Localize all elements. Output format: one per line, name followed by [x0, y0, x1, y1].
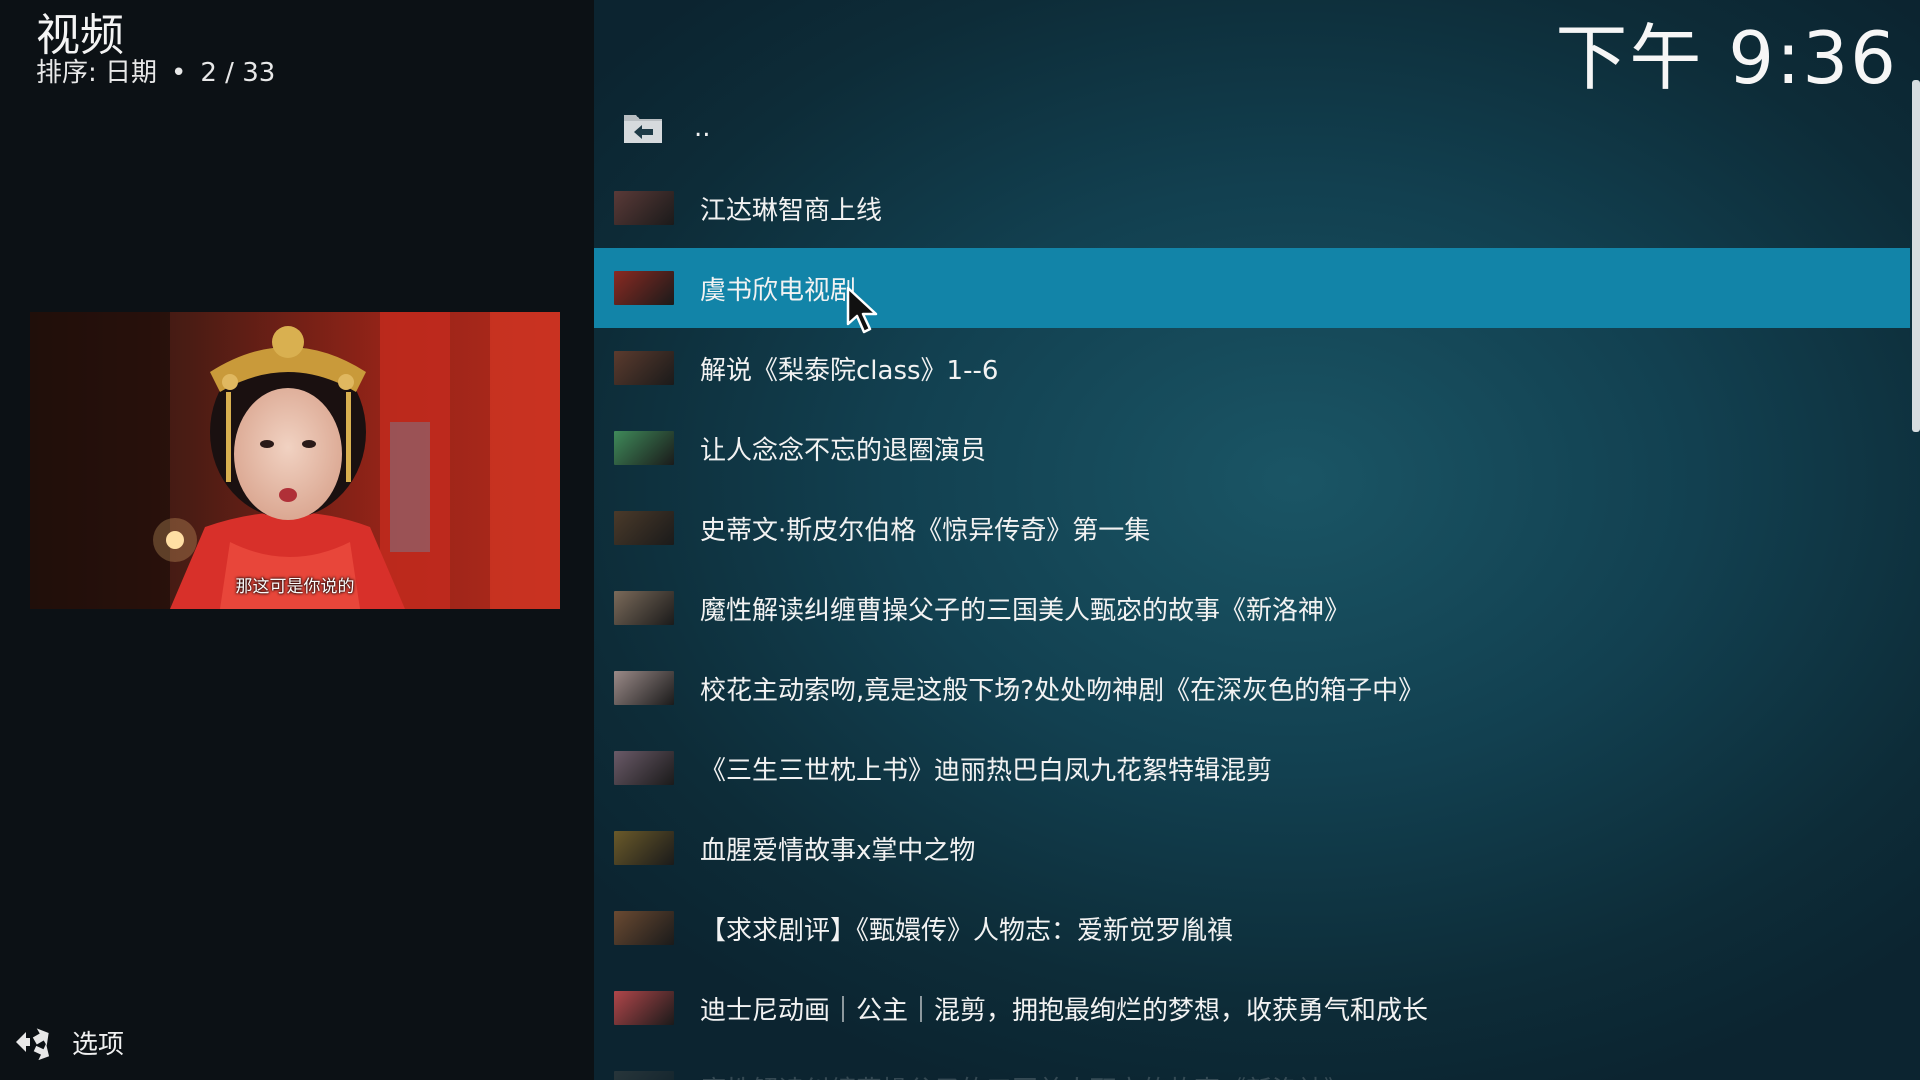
video-thumbnail: [614, 751, 674, 785]
list-item-label: 魔性解读纠缠曹操父子的三国美人甄宓的故事《新洛神》: [700, 1070, 1350, 1080]
list-item-label: 魔性解读纠缠曹操父子的三国美人甄宓的故事《新洛神》: [700, 595, 1351, 626]
list-item-label: 血腥爱情故事x掌中之物: [700, 835, 976, 866]
list-item-label: 解说《梨泰院class》1--6: [700, 355, 999, 386]
sort-label: 排序: 日期: [36, 58, 158, 88]
video-thumbnail: [614, 1071, 674, 1080]
kodi-video-library: 视频 排序: 日期 • 2 / 33 那这可是你说的 选项 下午 9:36 ..…: [0, 0, 1920, 1080]
video-thumbnail: [614, 911, 674, 945]
list-item-label: 【求求剧评】《甄嬛传》人物志：爱新觉罗胤禛: [700, 915, 1234, 946]
scrollbar[interactable]: [1912, 80, 1920, 432]
list-item[interactable]: 史蒂文·斯皮尔伯格《惊异传奇》第一集: [594, 488, 1910, 568]
parent-folder-label: ..: [694, 113, 711, 143]
preview-thumbnail: 那这可是你说的: [30, 312, 560, 609]
list-item[interactable]: 《三生三世枕上书》迪丽热巴白凤九花絮特辑混剪: [594, 728, 1910, 808]
video-thumbnail: [614, 831, 674, 865]
list-item-label: 虞书欣电视剧: [700, 275, 857, 306]
page-title: 视频: [36, 10, 124, 61]
list-item-label: 江达琳智商上线: [700, 195, 883, 226]
options-arrows-icon: [16, 1028, 50, 1061]
item-position: 2 / 33: [200, 58, 276, 88]
video-thumbnail: [614, 591, 674, 625]
list-item[interactable]: 魔性解读纠缠曹操父子的三国美人甄宓的故事《新洛神》: [594, 568, 1910, 648]
list-item[interactable]: 校花主动索吻,竟是这般下场?处处吻神剧《在深灰色的箱子中》: [594, 648, 1910, 728]
folder-back-icon: [624, 115, 662, 143]
separator-dot: •: [171, 58, 187, 88]
video-thumbnail: [614, 671, 674, 705]
list-item[interactable]: 让人念念不忘的退圈演员: [594, 408, 1910, 488]
left-info-panel: 视频 排序: 日期 • 2 / 33 那这可是你说的 选项: [0, 0, 594, 1080]
list-item[interactable]: 【求求剧评】《甄嬛传》人物志：爱新觉罗胤禛: [594, 888, 1910, 968]
list-item[interactable]: 魔性解读纠缠曹操父子的三国美人甄宓的故事《新洛神》: [594, 1048, 1910, 1080]
preview-subtitle: 那这可是你说的: [235, 577, 355, 597]
video-thumbnail: [614, 271, 674, 305]
video-thumbnail: [614, 351, 674, 385]
list-item[interactable]: 江达琳智商上线: [594, 168, 1910, 248]
list-item-label: 《三生三世枕上书》迪丽热巴白凤九花絮特辑混剪: [700, 755, 1273, 786]
video-list: .. 江达琳智商上线 虞书欣电视剧解说《梨泰院class》1--6 让人念念不忘的退…: [594, 88, 1910, 1080]
video-thumbnail: [614, 511, 674, 545]
list-item[interactable]: 血腥爱情故事x掌中之物: [594, 808, 1910, 888]
options-label: 选项: [72, 1029, 125, 1060]
options-button[interactable]: 选项: [12, 1020, 124, 1064]
parent-folder-item[interactable]: ..: [594, 88, 1910, 168]
list-item[interactable]: 虞书欣电视剧: [594, 248, 1910, 328]
sort-info: 排序: 日期 • 2 / 33: [36, 56, 275, 90]
list-item[interactable]: 迪士尼动画｜公主｜混剪，拥抱最绚烂的梦想，收获勇气和成长: [594, 968, 1910, 1048]
preview-image: [30, 312, 560, 609]
video-thumbnail: [614, 431, 674, 465]
list-item-label: 让人念念不忘的退圈演员: [700, 435, 987, 466]
video-thumbnail: [614, 191, 674, 225]
list-item-label: 校花主动索吻,竟是这般下场?处处吻神剧《在深灰色的箱子中》: [700, 675, 1425, 706]
list-item-label: 史蒂文·斯皮尔伯格《惊异传奇》第一集: [700, 515, 1151, 546]
video-thumbnail: [614, 991, 674, 1025]
list-item[interactable]: 解说《梨泰院class》1--6: [594, 328, 1910, 408]
list-item-label: 迪士尼动画｜公主｜混剪，拥抱最绚烂的梦想，收获勇气和成长: [700, 995, 1429, 1026]
file-list-panel: 下午 9:36 .. 江达琳智商上线 虞书欣电视剧 解说《梨泰院class》1--6…: [594, 0, 1920, 1080]
mouse-cursor-icon: [846, 286, 878, 334]
